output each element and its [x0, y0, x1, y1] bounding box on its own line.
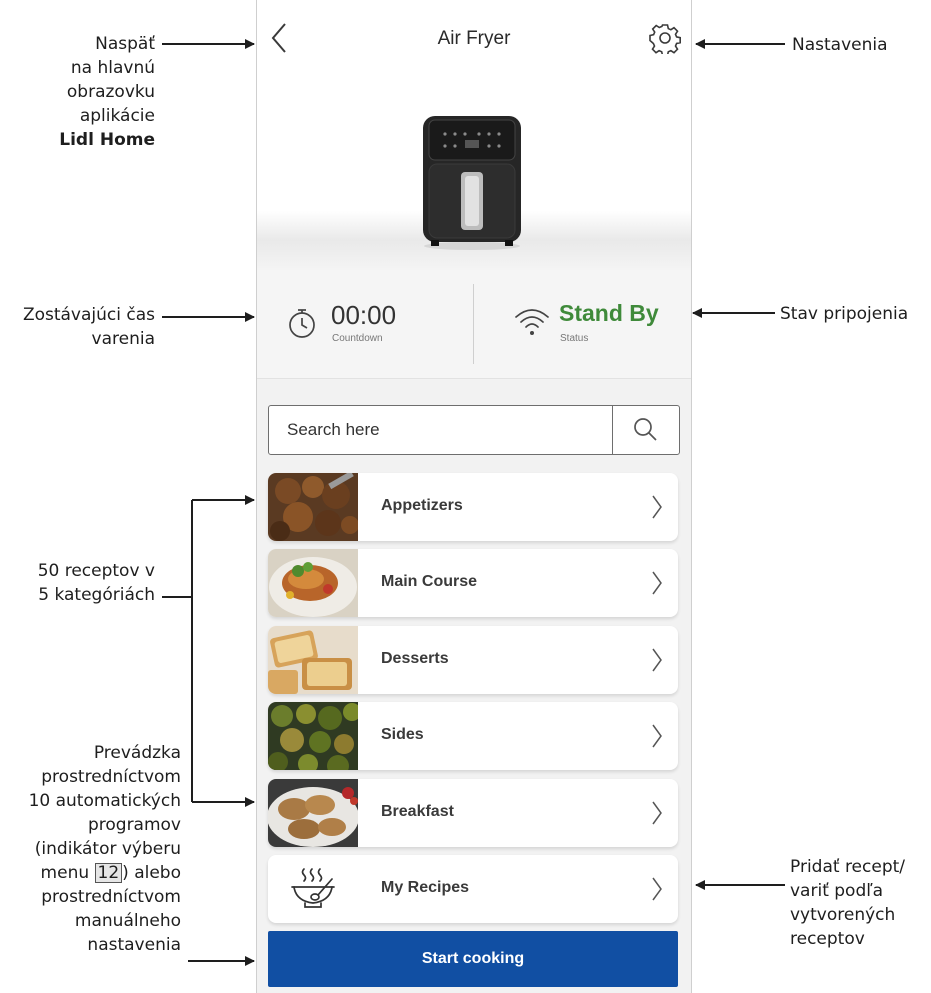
chevron-right-icon: [652, 877, 662, 901]
annotation-settings: Nastavenia: [792, 35, 888, 55]
annotation-programs: Prevádzka prostredníctvom 10 automatický…: [28, 743, 181, 955]
gear-icon: [649, 24, 681, 57]
search-icon: [634, 418, 657, 441]
category-label: Desserts: [381, 650, 449, 667]
category-appetizers[interactable]: Appetizers: [268, 473, 678, 541]
chevron-right-icon: [652, 801, 662, 825]
category-sides[interactable]: Sides: [268, 702, 678, 770]
chevron-right-icon: [652, 724, 662, 748]
desserts-thumbnail: [268, 626, 358, 694]
search-bar: [268, 405, 680, 455]
connection-status: Stand By: [559, 300, 659, 326]
category-label: Breakfast: [381, 803, 454, 820]
timer-icon: [289, 309, 315, 338]
category-breakfast[interactable]: Breakfast: [268, 779, 678, 847]
status-panel: 00:00 Countdown Stand By Status: [257, 270, 691, 379]
category-label: My Recipes: [381, 879, 470, 896]
phone-screen: Air Fryer 00:00 Countdown Stand By Statu…: [256, 0, 692, 993]
wifi-icon: [515, 309, 549, 335]
annotation-brand: Lidl Home: [59, 130, 155, 150]
search-button[interactable]: [612, 406, 679, 454]
annotation-back: Naspäť na hlavnú obrazovku aplikácie Lid…: [59, 34, 155, 150]
air-fryer-image: [423, 116, 521, 250]
annotation-my-recipes: Pridať recept/ variť podľa vytvorených r…: [790, 857, 906, 949]
page-title: Air Fryer: [437, 28, 511, 49]
category-desserts[interactable]: Desserts: [268, 626, 678, 694]
category-label: Sides: [381, 726, 424, 743]
annotation-connection: Stav pripojenia: [780, 304, 909, 324]
menu-indicator-badge: 12: [94, 863, 123, 883]
breakfast-thumbnail: [268, 779, 358, 847]
connection-status-label: Status: [560, 333, 589, 344]
product-hero: [257, 72, 691, 270]
soup-bowl-icon: [291, 868, 335, 908]
countdown-label: Countdown: [332, 333, 383, 344]
annotation-countdown: Zostávajúci čas varenia: [22, 305, 155, 349]
chevron-right-icon: [652, 571, 662, 595]
top-bar: Air Fryer: [257, 0, 691, 72]
main-course-thumbnail: [268, 549, 358, 617]
settings-button[interactable]: [649, 22, 681, 57]
search-input[interactable]: [287, 406, 607, 454]
annotation-recipes: 50 receptov v 5 kategóriách: [37, 561, 155, 605]
category-my-recipes[interactable]: My Recipes: [268, 855, 678, 923]
countdown-value: 00:00: [331, 300, 397, 330]
chevron-right-icon: [652, 495, 662, 519]
appetizers-thumbnail: [268, 473, 358, 541]
start-cooking-button[interactable]: Start cooking: [268, 931, 678, 987]
chevron-right-icon: [652, 648, 662, 672]
status-divider: [473, 284, 474, 364]
category-label: Main Course: [381, 573, 478, 590]
sides-thumbnail: [268, 702, 358, 770]
category-main-course[interactable]: Main Course: [268, 549, 678, 617]
category-label: Appetizers: [381, 497, 463, 514]
